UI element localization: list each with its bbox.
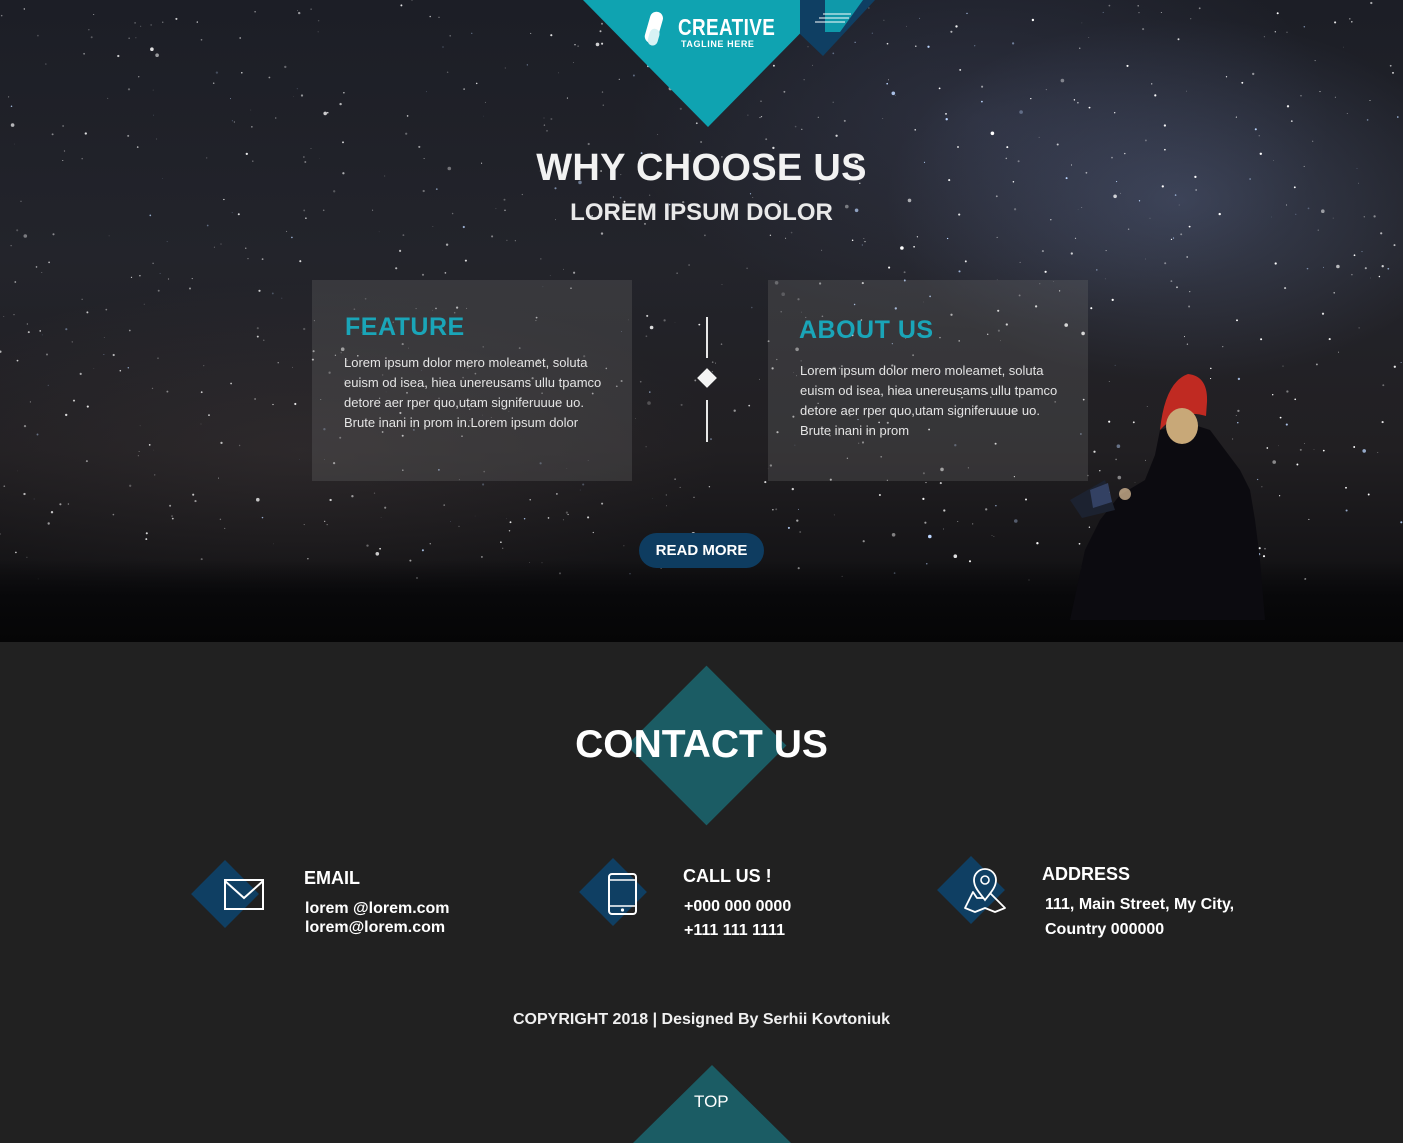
logo-tagline: TAGLINE HERE	[681, 39, 755, 49]
logo-title: CREATIVE	[678, 14, 776, 40]
email-label: EMAIL	[304, 868, 360, 888]
map-pin-icon	[937, 856, 1012, 926]
page-title: WHY CHOOSE US	[536, 147, 867, 189]
divider-line-bottom	[706, 400, 708, 442]
call-label: CALL US !	[683, 866, 772, 886]
hero-section: CREATIVE TAGLINE HERE WHY CHOOSE US LORE…	[0, 0, 1403, 642]
about-card: ABOUT US Lorem ipsum dolor mero moleamet…	[768, 280, 1088, 481]
phone-icon	[579, 858, 649, 928]
logo-pill-icon	[644, 11, 663, 46]
address-label: ADDRESS	[1042, 864, 1131, 884]
about-text: Lorem ipsum dolor mero moleamet, soluta …	[800, 363, 1058, 438]
email-value-2[interactable]: lorem@lorem.com	[305, 919, 445, 937]
copyright-text: COPYRIGHT 2018 | Designed By Serhii Kovt…	[512, 1011, 890, 1028]
envelope-icon	[191, 860, 271, 930]
phone-value-2[interactable]: +111 111 1111	[684, 922, 785, 940]
about-heading: ABOUT US	[799, 316, 934, 344]
page-subtitle: LOREM IPSUM DOLOR	[570, 199, 833, 226]
read-more-button[interactable]: READ MORE	[639, 533, 764, 568]
contact-title: CONTACT US	[575, 723, 828, 766]
feature-heading: FEATURE	[345, 313, 465, 341]
address-value-1: 111, Main Street, My City,	[1045, 896, 1235, 913]
menu-lines-icon[interactable]	[795, 0, 875, 56]
feature-card: FEATURE Lorem ipsum dolor mero moleamet,…	[312, 280, 632, 481]
phone-value-1[interactable]: +000 000 0000	[684, 898, 791, 916]
email-value-1[interactable]: lorem @lorem.com	[305, 900, 450, 918]
back-to-top-label[interactable]: TOP	[694, 1092, 729, 1112]
address-value-2: Country 000000	[1045, 921, 1165, 938]
feature-text: Lorem ipsum dolor mero moleamet, soluta …	[344, 355, 602, 430]
divider-line-top	[706, 317, 708, 358]
person-with-laptop-image	[1070, 374, 1265, 620]
